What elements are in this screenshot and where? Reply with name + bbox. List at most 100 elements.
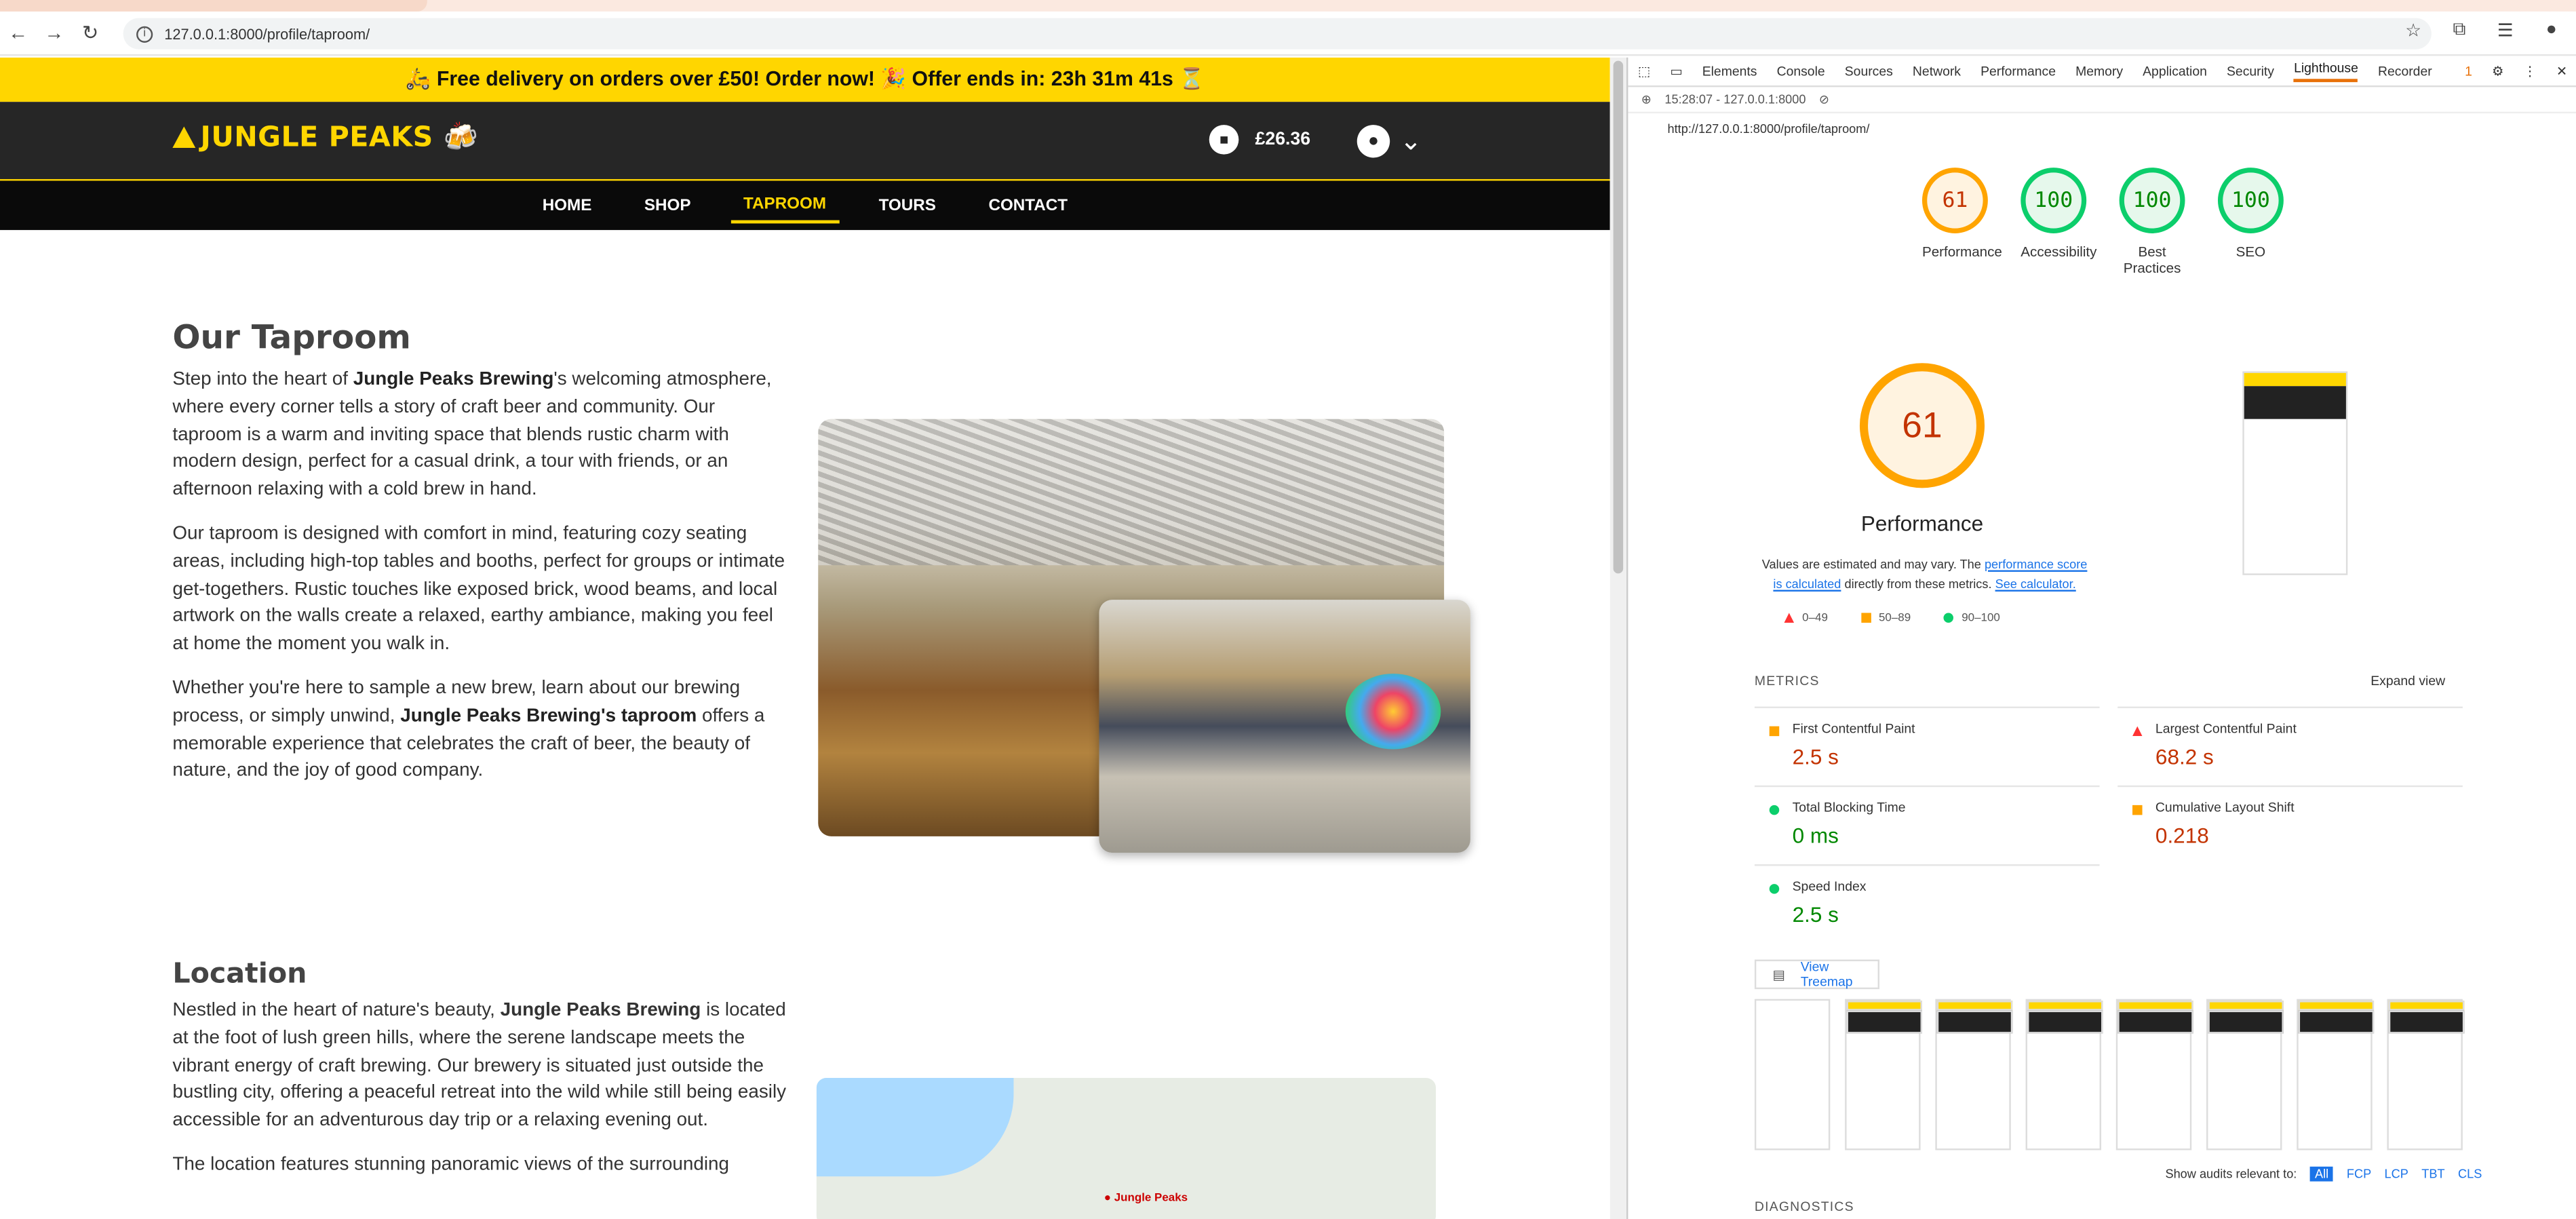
see-calculator-link[interactable]: See calculator. <box>1995 577 2076 592</box>
gauge-seo[interactable]: 100 SEO <box>2217 168 2284 276</box>
tab-sources[interactable]: Sources <box>1845 64 1893 79</box>
site-info-icon[interactable]: i <box>136 25 153 42</box>
tab-console[interactable]: Console <box>1777 64 1825 79</box>
shopping-bag-icon: ■ <box>1209 125 1239 155</box>
score-gauges: 61 Performance 100 Accessibility 100 Best P… <box>1921 168 2284 276</box>
device-toggle-icon[interactable]: ▭ <box>1670 64 1682 79</box>
more-icon[interactable]: ⋮ <box>2523 64 2536 79</box>
inspect-icon[interactable]: ⬚ <box>1638 64 1650 79</box>
taproom-section: Our Taproom Step into the heart of Jungl… <box>172 317 1470 853</box>
gauge-performance[interactable]: 61 Performance <box>1921 168 2002 276</box>
active-tab[interactable] <box>0 0 427 12</box>
metric-si: Speed Index 2.5 s <box>1754 864 2100 940</box>
treemap-icon: ▤ <box>1772 967 1785 982</box>
performance-gauge-large: 61 <box>1859 363 1985 488</box>
report-url: http://127.0.0.1:8000/profile/taproom/ <box>1667 121 1870 136</box>
reload-icon[interactable]: ↻ <box>73 15 109 51</box>
nav-tours[interactable]: TOURS <box>865 190 949 221</box>
filter-tbt[interactable]: TBT <box>2421 1167 2444 1182</box>
user-menu[interactable]: ● ⌄ <box>1357 125 1422 158</box>
browser-toolbar: ← → ↻ i 127.0.0.1:8000/profile/taproom/ … <box>0 11 2576 56</box>
address-bar[interactable]: i 127.0.0.1:8000/profile/taproom/ <box>123 18 2432 50</box>
tab-lighthouse[interactable]: Lighthouse <box>2294 61 2358 83</box>
forward-icon[interactable]: → <box>36 15 72 51</box>
nav-shop[interactable]: SHOP <box>631 190 704 221</box>
tab-recorder[interactable]: Recorder <box>2378 64 2432 79</box>
filmstrip-frame <box>2297 999 2375 1150</box>
performance-score-detail: 61 Performance <box>1856 363 1988 536</box>
location-paragraph: Nestled in the heart of nature's beauty,… <box>172 1001 787 1175</box>
media-icon[interactable]: ☰ <box>2491 20 2520 41</box>
back-icon[interactable]: ← <box>0 15 36 51</box>
tab-application[interactable]: Application <box>2143 64 2207 79</box>
cart-button[interactable]: ■ £26.36 <box>1209 125 1310 155</box>
tab-security[interactable]: Security <box>2227 64 2274 79</box>
metric-lcp: Largest Contentful Paint 68.2 s <box>2118 706 2463 782</box>
main-nav: HOME SHOP TAPROOM TOURS CONTACT <box>0 179 1610 231</box>
metrics-header: METRICS <box>1754 674 1820 689</box>
filmstrip <box>1754 999 2465 1150</box>
chevron-down-icon: ⌄ <box>1399 128 1422 157</box>
score-legend: 0–49 50–89 90–100 <box>1784 613 2000 624</box>
report-selector[interactable]: 15:28:07 - 127.0.0.1:8000 <box>1664 92 1806 107</box>
filmstrip-frame <box>1845 999 1922 1150</box>
nav-home[interactable]: HOME <box>529 190 604 221</box>
issues-badge[interactable]: 1 <box>2465 64 2472 79</box>
tab-strip <box>0 0 2576 12</box>
user-icon: ● <box>1357 125 1390 158</box>
lighthouse-toolbar: ⊕ 15:28:07 - 127.0.0.1:8000 ⊘ <box>1628 87 2576 114</box>
new-report-icon[interactable]: ⊕ <box>1641 92 1652 107</box>
taproom-paragraph-1: Step into the heart of Jungle Peaks Brew… <box>172 369 772 500</box>
close-icon[interactable]: ✕ <box>2556 64 2567 79</box>
logo-text: JUNGLE PEAKS 🍻 <box>200 121 479 155</box>
view-treemap-button[interactable]: ▤ View Treemap <box>1754 959 1879 990</box>
page-title: Our Taproom <box>172 317 411 357</box>
gear-icon[interactable]: ⚙ <box>2492 64 2503 79</box>
clear-icon[interactable]: ⊘ <box>1819 92 1829 107</box>
devtools-panel: ⬚ ▭ Elements Console Sources Network Per… <box>1626 57 2576 1219</box>
tab-network[interactable]: Network <box>1913 64 1961 79</box>
diagnostics-header: DIAGNOSTICS <box>1754 1199 1854 1215</box>
location-title: Location <box>172 958 307 991</box>
filter-fcp[interactable]: FCP <box>2347 1167 2371 1182</box>
performance-label: Performance <box>1860 511 1984 536</box>
taproom-photos <box>818 419 1475 863</box>
filmstrip-frame <box>2115 999 2193 1150</box>
extensions-icon[interactable]: ⧉ <box>2444 20 2474 41</box>
tab-memory[interactable]: Memory <box>2075 64 2123 79</box>
filter-all[interactable]: All <box>2309 1166 2334 1182</box>
site-header: JUNGLE PEAKS 🍻 ■ £26.36 ● ⌄ <box>0 102 1610 180</box>
gauge-accessibility[interactable]: 100 Accessibility <box>2021 168 2096 276</box>
promo-banner: 🛵 Free delivery on orders over £50! Orde… <box>0 57 1610 102</box>
metric-cls: Cumulative Layout Shift 0.218 <box>2118 785 2463 861</box>
logo[interactable]: JUNGLE PEAKS 🍻 <box>172 121 479 155</box>
filmstrip-frame <box>2206 999 2284 1150</box>
filmstrip-frame <box>1935 999 2013 1150</box>
address-text: 127.0.0.1:8000/profile/taproom/ <box>164 25 370 42</box>
map-water <box>816 1077 1014 1177</box>
bookmark-star-icon[interactable]: ☆ <box>2398 20 2428 41</box>
final-screenshot-thumbnail <box>2242 371 2348 575</box>
filter-cls[interactable]: CLS <box>2458 1167 2482 1182</box>
page-scrollbar[interactable] <box>1609 57 1626 1219</box>
audit-filter: Show audits relevant to: All FCP LCP TBT… <box>2165 1166 2482 1182</box>
location-map[interactable]: ● Jungle Peaks <box>816 1077 1437 1219</box>
filmstrip-frame <box>2025 999 2103 1150</box>
gauge-best-practices[interactable]: 100 Best Practices <box>2119 168 2185 276</box>
map-pin-icon[interactable]: ● Jungle Peaks <box>1104 1193 1188 1205</box>
tab-elements[interactable]: Elements <box>1702 64 1757 79</box>
tab-performance[interactable]: Performance <box>1980 64 2056 79</box>
expand-view-button[interactable]: Expand view <box>2370 674 2445 689</box>
filmstrip-frame <box>1754 999 1831 1150</box>
filter-lcp[interactable]: LCP <box>2385 1167 2408 1182</box>
metric-tbt: Total Blocking Time 0 ms <box>1754 785 2100 861</box>
nav-contact[interactable]: CONTACT <box>975 190 1080 221</box>
mountain-icon <box>172 126 196 148</box>
filmstrip-frame <box>2387 999 2465 1150</box>
taproom-paragraph-3: Whether you're here to sample a new brew… <box>172 678 765 781</box>
taproom-photo-bar <box>1099 600 1470 853</box>
nav-taproom[interactable]: TAPROOM <box>730 188 840 223</box>
cart-total: £26.36 <box>1255 130 1311 150</box>
taproom-paragraph-2: Our taproom is designed with comfort in … <box>172 524 785 655</box>
profile-icon[interactable]: ● <box>2537 20 2567 41</box>
